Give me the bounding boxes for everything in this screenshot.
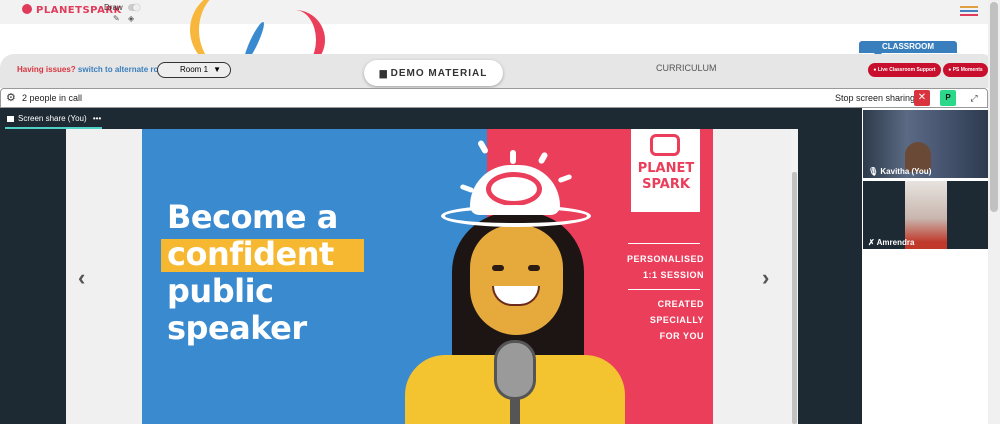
mic-icon: 🎙 [868, 167, 879, 176]
demo-material-label: DEMO MATERIAL [390, 68, 488, 79]
fullscreen-icon[interactable]: ⤢ [966, 90, 982, 106]
caption-line-4: FOR YOU [659, 331, 704, 341]
caret-down-icon: ▼ [213, 65, 221, 74]
screen-icon [7, 116, 14, 122]
top-bar [0, 0, 1000, 24]
draw-toggle[interactable] [128, 4, 140, 11]
moments-icon: ● [948, 67, 952, 73]
caption-line-1: PERSONALISED [626, 254, 704, 264]
eraser-icon[interactable]: ◈ [128, 14, 134, 23]
spark-2 [510, 150, 516, 164]
slide-logo-line-1: PLANET [637, 161, 695, 176]
slide-logo-text: PLANET SPARK [637, 161, 695, 193]
logo-icon [22, 4, 32, 14]
pencil-icon[interactable]: ✎ [113, 14, 120, 23]
microphone-illustration [494, 340, 536, 400]
slide-rule-2 [628, 289, 700, 290]
issue-prefix: Having issues? [17, 65, 76, 74]
gear-icon[interactable]: ⚙ [6, 91, 16, 104]
shared-scroll-thumb[interactable] [792, 172, 797, 424]
tab-classroom[interactable]: CLASSROOM [859, 41, 957, 53]
caption-line-3: CREATED SPECIALLY [649, 299, 704, 325]
caption-created: CREATED SPECIALLY FOR YOU [604, 296, 704, 344]
mic-off-icon: ✗ [868, 238, 875, 247]
slide-logo-icon [650, 134, 680, 156]
participant-name-kavitha: 🎙 Kavitha (You) [868, 167, 931, 176]
folder-icon: ▆ [379, 68, 388, 78]
screen-share-label: Screen share (You) [18, 114, 87, 123]
more-icon[interactable]: ••• [93, 114, 101, 123]
prev-slide-icon[interactable]: ‹ [78, 265, 85, 291]
ps-moments-button[interactable]: ● PS Moments [943, 63, 988, 77]
issue-message: Having issues? switch to alternate room [17, 65, 170, 74]
page-scroll-thumb[interactable] [990, 2, 998, 212]
next-slide-icon[interactable]: › [762, 265, 769, 291]
demo-material-button[interactable]: ▆ DEMO MATERIAL [364, 60, 503, 86]
headline-line-4: speaker [167, 309, 307, 347]
stop-sharing-button[interactable]: ✕ [914, 90, 930, 106]
slide-logo-line-2: SPARK [642, 177, 690, 192]
girl-face [470, 225, 563, 335]
ps-moments-label: PS Moments [952, 67, 983, 73]
room-select[interactable]: Room 1 ▼ [157, 62, 231, 78]
live-support-button[interactable]: ● Live Classroom Support [868, 63, 941, 77]
halo-ring [441, 205, 591, 227]
slide-rule-1 [628, 243, 700, 244]
microphone-stand [510, 398, 520, 424]
participant-name-amrendra: ✗ Amrendra [868, 238, 914, 247]
participant-label-2: Amrendra [876, 238, 915, 247]
tab-curriculum[interactable]: CURRICULUM [656, 63, 717, 73]
caption-personalised: PERSONALISED 1:1 SESSION [604, 251, 704, 283]
headline-line-2: confident [167, 235, 334, 273]
participant-label-1: Kavitha (You) [880, 167, 932, 176]
brain-swirl [486, 172, 542, 206]
caption-line-2: 1:1 SESSION [642, 270, 704, 280]
participant-p-button[interactable]: P [940, 90, 956, 106]
room-value: Room 1 [180, 65, 209, 74]
live-support-label: Live Classroom Support [877, 67, 936, 73]
girl-eye-left [492, 265, 504, 271]
draw-label: Draw [104, 3, 123, 12]
support-icon: ● [873, 67, 877, 73]
tab-screen-share[interactable]: Screen share (You) ••• [5, 112, 102, 129]
headline-line-1: Become a [167, 198, 338, 236]
stop-sharing-label[interactable]: Stop screen sharing [835, 93, 915, 103]
hamburger-icon[interactable] [960, 6, 978, 16]
girl-eye-right [528, 265, 540, 271]
people-count: 2 people in call [22, 93, 83, 103]
headline-line-3: public [167, 272, 274, 310]
